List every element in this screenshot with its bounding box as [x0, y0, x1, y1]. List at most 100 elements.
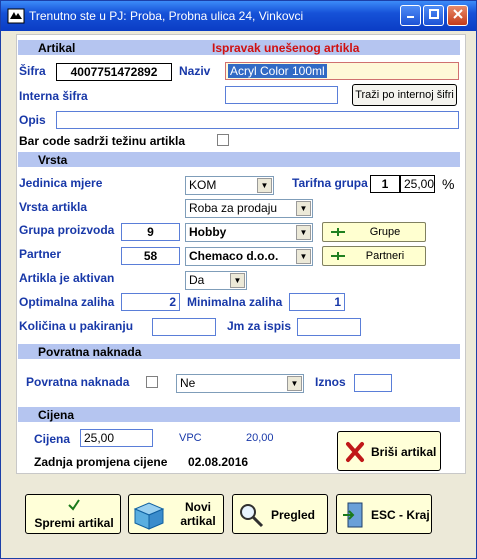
red-x-icon: [346, 442, 364, 462]
optimalna-zaliha-label: Optimalna zaliha: [19, 295, 115, 309]
checkmark-icon: [68, 499, 80, 511]
povratna-naknada-checkbox[interactable]: [146, 376, 158, 388]
jedinica-mjere-label: Jedinica mjere: [19, 176, 103, 190]
interna-sifra-label: Interna šifra: [19, 89, 88, 103]
window-title: Trenutno ste u PJ: Proba, Probna ulica 2…: [29, 9, 304, 23]
magnifier-icon: [240, 504, 264, 528]
maximize-button[interactable]: [423, 5, 444, 26]
section-povratna-header: Povratna naknada: [18, 344, 460, 359]
sifra-input[interactable]: 4007751472892: [56, 63, 172, 81]
partner-label: Partner: [19, 247, 62, 261]
povratna-naknada-label: Povratna naknada: [26, 375, 130, 389]
save-article-label: Spremi artikal: [34, 516, 114, 530]
aktivan-label: Artikla je aktivan: [19, 271, 115, 285]
section-title: Povratna naknada: [38, 345, 142, 359]
jm-ispis-label: Jm za ispis: [227, 319, 292, 333]
tarifna-grupa-label: Tarifna grupa: [292, 176, 368, 190]
kolicina-input[interactable]: [152, 318, 216, 336]
chevron-down-icon[interactable]: ▼: [230, 273, 245, 288]
exit-label: ESC - Kraj: [371, 508, 430, 522]
jm-ispis-input[interactable]: [297, 318, 361, 336]
povratna-naknada-value: Ne: [180, 376, 196, 390]
close-icon: [452, 9, 463, 19]
section-cijena-header: Cijena: [18, 407, 460, 422]
iznos-label: Iznos: [315, 375, 346, 389]
grupe-button-label: Grupe: [369, 226, 401, 238]
minimize-button[interactable]: [400, 5, 421, 26]
cijena-label: Cijena: [34, 432, 71, 446]
jedinica-mjere-select[interactable]: KOM ▼: [185, 176, 274, 195]
section-vrsta-header: Vrsta: [18, 152, 460, 167]
opis-label: Opis: [19, 113, 46, 127]
grupe-button[interactable]: Grupe: [322, 222, 426, 242]
iznos-input[interactable]: [354, 374, 392, 392]
delete-article-label: Briši artikal: [371, 445, 437, 459]
aktivan-select[interactable]: Da ▼: [185, 271, 247, 290]
title-bar[interactable]: Trenutno ste u PJ: Proba, Probna ulica 2…: [1, 1, 476, 31]
naziv-label: Naziv: [179, 64, 211, 78]
zadnja-promjena-label: Zadnja promjena cijene: [34, 455, 168, 469]
kolicina-label: Količina u pakiranju: [19, 319, 134, 333]
jedinica-mjere-value: KOM: [189, 178, 217, 192]
plus-arrow-icon: [331, 252, 345, 260]
chevron-down-icon[interactable]: ▼: [296, 225, 311, 240]
box-icon: [133, 502, 165, 530]
section-title: Cijena: [38, 408, 75, 422]
vrsta-artikla-select[interactable]: Roba za prodaju ▼: [185, 199, 313, 218]
minimalna-zaliha-input[interactable]: 1: [289, 293, 345, 311]
exit-door-icon: [343, 502, 363, 528]
chevron-down-icon[interactable]: ▼: [296, 249, 311, 264]
new-article-label-line1: Novi: [184, 500, 211, 514]
grupa-proizvoda-value: Hobby: [189, 225, 227, 239]
opis-input[interactable]: [56, 111, 459, 129]
partner-value: Chemaco d.o.o.: [189, 249, 279, 263]
new-article-label-line2: artikal: [180, 514, 216, 528]
vrsta-artikla-label: Vrsta artikla: [19, 200, 88, 214]
grupa-proizvoda-select[interactable]: Hobby ▼: [185, 223, 313, 242]
tarifna-stopa-field: 25,00: [400, 175, 435, 193]
chevron-down-icon[interactable]: ▼: [296, 201, 311, 216]
partneri-button[interactable]: Partneri: [322, 246, 426, 266]
maximize-icon: [428, 9, 439, 19]
close-button[interactable]: [447, 5, 468, 26]
save-article-button[interactable]: Spremi artikal: [25, 494, 121, 534]
form-body: Artikal Ispravak unešenog artikla Šifra …: [4, 31, 473, 555]
zadnja-promjena-value: 02.08.2016: [188, 455, 249, 469]
aktivan-value: Da: [189, 273, 205, 287]
partner-select[interactable]: Chemaco d.o.o. ▼: [185, 247, 313, 266]
cijena-input[interactable]: 25,00: [80, 429, 153, 447]
new-article-button[interactable]: Novi artikal: [128, 494, 224, 534]
preview-button[interactable]: Pregled: [232, 494, 328, 534]
section-title: Artikal: [38, 41, 76, 55]
plus-arrow-icon: [331, 228, 345, 236]
naziv-input[interactable]: Acryl Color 100ml: [225, 62, 459, 80]
exit-button[interactable]: ESC - Kraj: [336, 494, 432, 534]
grupa-proizvoda-label: Grupa proizvoda: [19, 223, 115, 237]
povratna-naknada-select[interactable]: Ne ▼: [176, 374, 304, 393]
section-title: Vrsta: [38, 153, 68, 167]
search-internal-code-button[interactable]: Traži po internoj šifri: [352, 84, 457, 106]
barcode-weight-checkbox[interactable]: [217, 134, 229, 146]
vpc-value: 20,00: [246, 432, 274, 444]
grupa-id-input[interactable]: 9: [121, 223, 180, 241]
partneri-button-label: Partneri: [365, 250, 405, 262]
chevron-down-icon[interactable]: ▼: [257, 178, 272, 193]
tarifna-grupa-input[interactable]: 1: [370, 175, 400, 193]
sifra-label: Šifra: [19, 64, 46, 78]
chevron-down-icon[interactable]: ▼: [287, 376, 302, 391]
vrsta-artikla-value: Roba za prodaju: [189, 201, 278, 215]
mode-notice: Ispravak unešenog artikla: [212, 41, 360, 55]
interna-sifra-input[interactable]: [225, 86, 338, 104]
app-icon: [7, 8, 25, 24]
partner-id-input[interactable]: 58: [121, 247, 180, 265]
percent-sign: %: [442, 176, 455, 192]
optimalna-zaliha-input[interactable]: 2: [121, 293, 180, 311]
barcode-weight-label: Bar code sadrži težinu artikla: [19, 134, 186, 148]
naziv-selected-text: Acryl Color 100ml: [228, 64, 327, 78]
delete-article-button[interactable]: Briši artikal: [337, 431, 441, 471]
minimalna-zaliha-label: Minimalna zaliha: [187, 295, 283, 309]
minimize-icon: [406, 16, 414, 18]
preview-label: Pregled: [271, 508, 316, 522]
application-window: Trenutno ste u PJ: Proba, Probna ulica 2…: [0, 0, 477, 559]
vpc-label: VPC: [179, 432, 202, 444]
